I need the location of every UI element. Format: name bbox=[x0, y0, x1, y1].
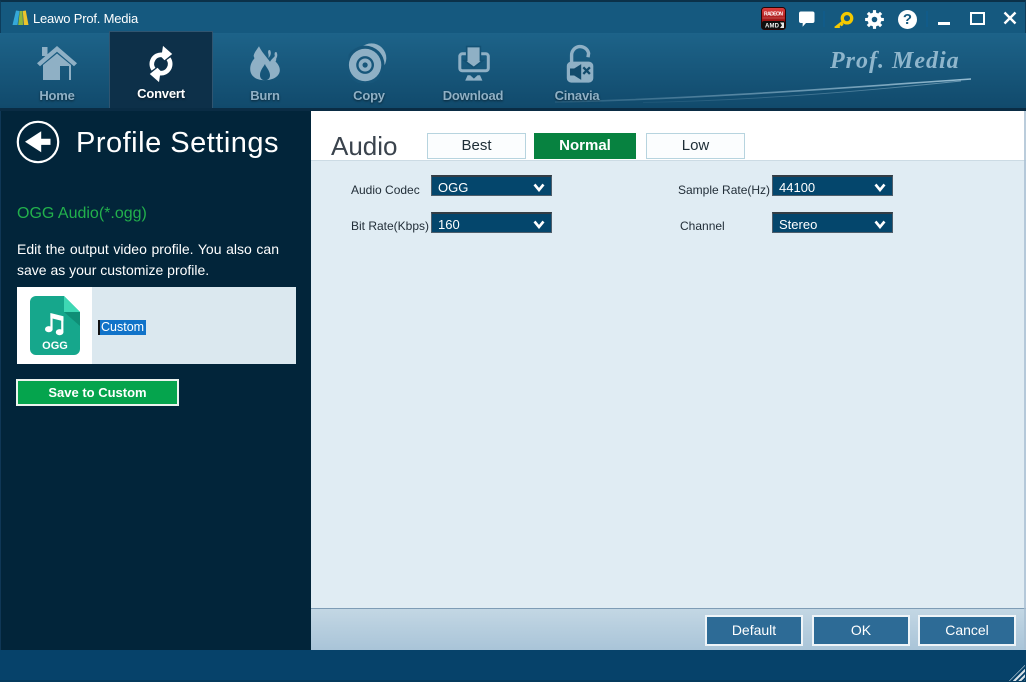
svg-text:RADEON: RADEON bbox=[764, 11, 783, 17]
svg-text:OGG: OGG bbox=[42, 340, 68, 352]
svg-text:AMD: AMD bbox=[765, 24, 780, 30]
